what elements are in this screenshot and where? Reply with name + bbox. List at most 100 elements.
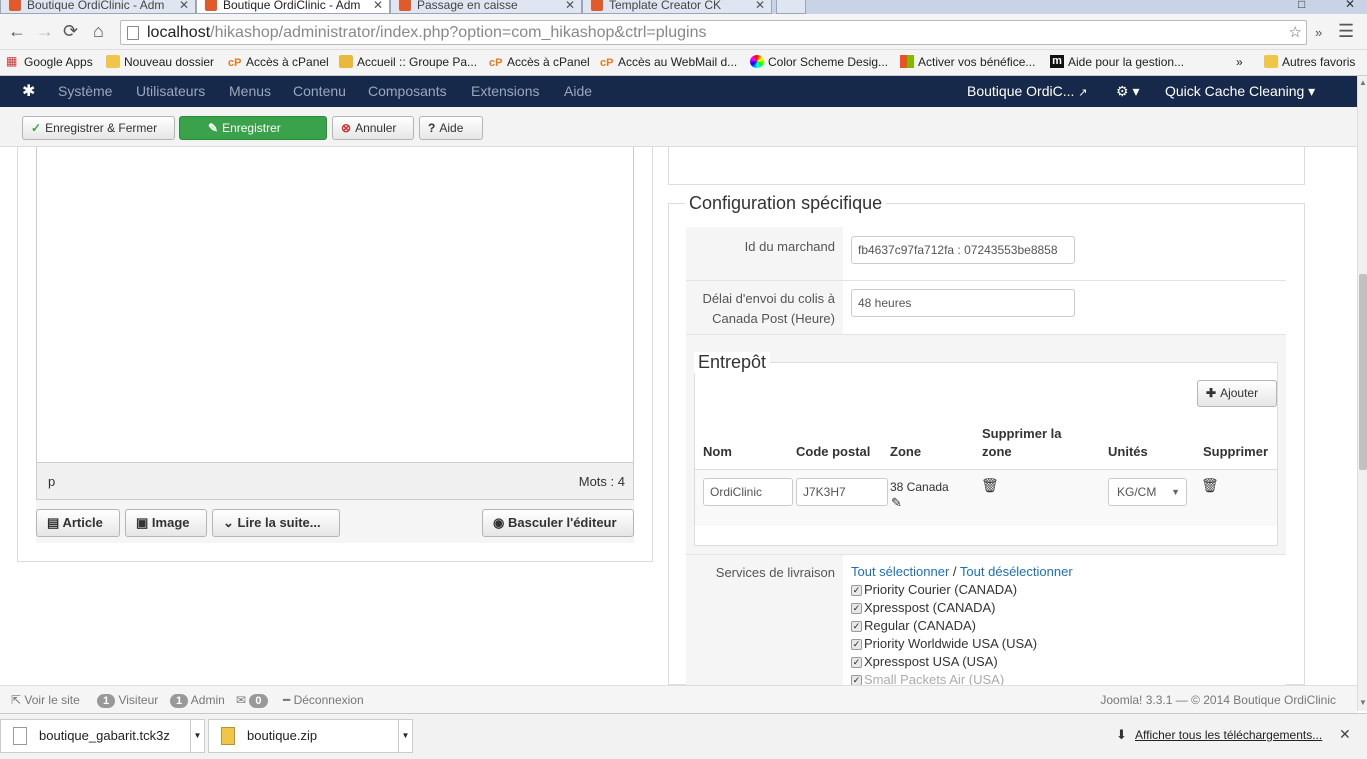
admin-navbar: ✱ Système Utilisateurs Menus Contenu Com…: [0, 76, 1357, 107]
joomla-logo-icon[interactable]: ✱: [22, 81, 35, 101]
joomla-favicon-icon: [205, 0, 217, 11]
close-icon[interactable]: ✕: [565, 0, 575, 13]
menu-menus[interactable]: Menus: [229, 83, 271, 99]
folder-icon: [1264, 55, 1278, 68]
forward-arrow-icon[interactable]: →: [36, 20, 54, 42]
file-icon: [13, 727, 27, 745]
admin-status: 1 Admin: [170, 693, 225, 708]
col-zone: Zone: [890, 444, 922, 459]
save-button[interactable]: ✎ Enregistrer: [179, 116, 327, 140]
scroll-down-icon[interactable]: ▼: [1359, 698, 1367, 707]
menu-icon[interactable]: ☰: [1338, 20, 1354, 42]
plus-icon: ✚: [1206, 386, 1217, 400]
save-close-button[interactable]: ✓ Enregistrer & Fermer: [22, 116, 175, 140]
col-delete-zone: Supprimer la zone: [982, 426, 1062, 459]
action-toolbar: ✓ Enregistrer & Fermer ✎ Enregistrer ⊗ Annu…: [0, 107, 1357, 147]
add-warehouse-button[interactable]: ✚ Ajouter: [1197, 380, 1277, 407]
cpanel-icon: cP: [489, 57, 503, 69]
menu-aide[interactable]: Aide: [564, 83, 592, 99]
check-icon: ✓: [851, 621, 862, 632]
browser-tab-strip: Boutique OrdiClinic - Adm ✕ Boutique Ordi…: [0, 0, 1367, 14]
reload-icon[interactable]: ⟳: [63, 20, 78, 42]
bookmarks-more[interactable]: »: [1218, 54, 1243, 70]
browser-tab-active[interactable]: Boutique OrdiClinic - Adm ✕: [196, 0, 390, 14]
menu-extensions[interactable]: Extensions: [471, 83, 539, 99]
units-select[interactable]: KG/CM ▼: [1108, 478, 1187, 506]
bookmark-item[interactable]: Accueil :: Groupe Pa...: [337, 54, 477, 70]
bookmark-item[interactable]: Color Scheme Desig...: [748, 54, 888, 70]
word-count: Mots : 4: [578, 474, 625, 489]
close-window-icon[interactable]: ✕: [1345, 0, 1355, 11]
scroll-up-icon[interactable]: ▲: [1359, 78, 1367, 87]
quick-cache-menu[interactable]: Quick Cache Cleaning ▾: [1165, 83, 1315, 100]
service-checkbox[interactable]: ✓ Priority Courier (CANADA): [851, 582, 1017, 597]
maximize-icon[interactable]: □: [1298, 0, 1305, 11]
trash-icon[interactable]: 🗑: [981, 477, 999, 494]
cancel-button[interactable]: ⊗ Annuler: [332, 116, 414, 140]
other-bookmarks[interactable]: Autres favoris: [1262, 54, 1355, 70]
new-tab-button[interactable]: [776, 0, 806, 14]
help-button[interactable]: ? Aide: [419, 116, 483, 140]
download-item[interactable]: boutique_gabarit.tck3z ▼: [0, 719, 205, 753]
close-icon[interactable]: ✕: [373, 0, 383, 13]
view-site-link[interactable]: ⇱ Voir le site: [11, 693, 80, 707]
bookmark-item[interactable]: ▦ Google Apps: [4, 54, 93, 70]
toggle-editor-button[interactable]: ◉ Basculer l'éditeur: [482, 509, 634, 537]
warehouse-legend: Entrepôt: [694, 352, 771, 373]
service-checkbox[interactable]: ✓ Priority Worldwide USA (USA): [851, 636, 1037, 651]
download-arrow-icon: ⬇: [1116, 727, 1127, 742]
browser-tab[interactable]: Passage en caisse ✕: [390, 0, 582, 14]
browser-tab[interactable]: Template Creator CK ✕: [582, 0, 772, 14]
url-input[interactable]: localhost/hikashop/administrator/index.p…: [120, 20, 1307, 45]
editor-buttons: ▤ Article ▣ Image ⌄ Lire la suite... ◉ B…: [36, 500, 634, 543]
bookmark-item[interactable]: m Aide pour la gestion...: [1048, 54, 1184, 70]
pencil-icon[interactable]: ✎: [891, 495, 902, 511]
settings-gear-icon[interactable]: ⚙ ▾: [1116, 83, 1139, 100]
site-link[interactable]: Boutique OrdiC... ↗: [967, 83, 1088, 99]
delay-input[interactable]: 48 heures: [851, 289, 1075, 317]
chevron-down-icon[interactable]: ▼: [398, 720, 412, 752]
deselect-all-link[interactable]: Tout désélectionner: [960, 564, 1073, 579]
select-all-link[interactable]: Tout sélectionner: [851, 564, 949, 579]
service-checkbox[interactable]: ✓ Xpresspost (CANADA): [851, 600, 995, 615]
menu-utilisateurs[interactable]: Utilisateurs: [136, 83, 205, 99]
page-scrollbar[interactable]: ▲ ▼: [1357, 76, 1367, 711]
close-downloads-icon[interactable]: ✕: [1339, 726, 1351, 743]
bookmark-item[interactable]: cP Accès au WebMail d...: [598, 54, 737, 70]
back-arrow-icon[interactable]: ←: [8, 20, 26, 42]
service-checkbox[interactable]: ✓ Regular (CANADA): [851, 618, 976, 633]
show-all-downloads-link[interactable]: Afficher tous les téléchargements...: [1135, 728, 1322, 742]
close-icon[interactable]: ✕: [755, 0, 765, 13]
chevron-down-icon[interactable]: ▼: [190, 720, 204, 752]
warehouse-name-input[interactable]: OrdiClinic: [703, 478, 793, 506]
scroll-thumb[interactable]: [1359, 274, 1367, 470]
menu-systeme[interactable]: Système: [58, 83, 112, 99]
bookmark-item[interactable]: cP Accès à cPanel: [487, 54, 590, 70]
download-item[interactable]: boutique.zip ▼: [208, 719, 413, 753]
cpanel-icon: cP: [600, 57, 614, 69]
bookmark-item[interactable]: Nouveau dossier: [104, 54, 214, 70]
warehouse-postal-input[interactable]: J7K3H7: [796, 478, 888, 506]
article-button[interactable]: ▤ Article: [36, 509, 120, 537]
menu-contenu[interactable]: Contenu: [293, 83, 346, 99]
page-favicon-icon: [399, 0, 411, 11]
cpanel-icon: cP: [228, 57, 242, 69]
menu-composants[interactable]: Composants: [368, 83, 447, 99]
chevron-down-icon: ⌄: [223, 515, 234, 530]
logout-link[interactable]: ━ Déconnexion: [283, 693, 364, 707]
home-icon[interactable]: ⌂: [93, 20, 104, 42]
close-icon[interactable]: ✕: [179, 0, 189, 13]
merchant-input[interactable]: fb4637c97fa712fa : 07243553be8858: [851, 236, 1075, 264]
trash-icon[interactable]: 🗑: [1201, 477, 1219, 494]
service-checkbox[interactable]: ✓ Xpresspost USA (USA): [851, 654, 998, 669]
editor-textarea[interactable]: [36, 147, 634, 463]
star-icon[interactable]: ☆: [1289, 23, 1302, 41]
bookmark-item[interactable]: cP Accès à cPanel: [226, 54, 329, 70]
extensions-chevron-icon[interactable]: »: [1315, 22, 1322, 44]
question-icon: ?: [428, 121, 436, 135]
warehouse-zone: 38 Canada: [890, 480, 949, 494]
image-button[interactable]: ▣ Image: [125, 509, 207, 537]
browser-tab[interactable]: Boutique OrdiClinic - Adm ✕: [0, 0, 196, 14]
bookmark-item[interactable]: Activer vos bénéfice...: [898, 54, 1035, 70]
readmore-button[interactable]: ⌄ Lire la suite...: [212, 509, 340, 537]
